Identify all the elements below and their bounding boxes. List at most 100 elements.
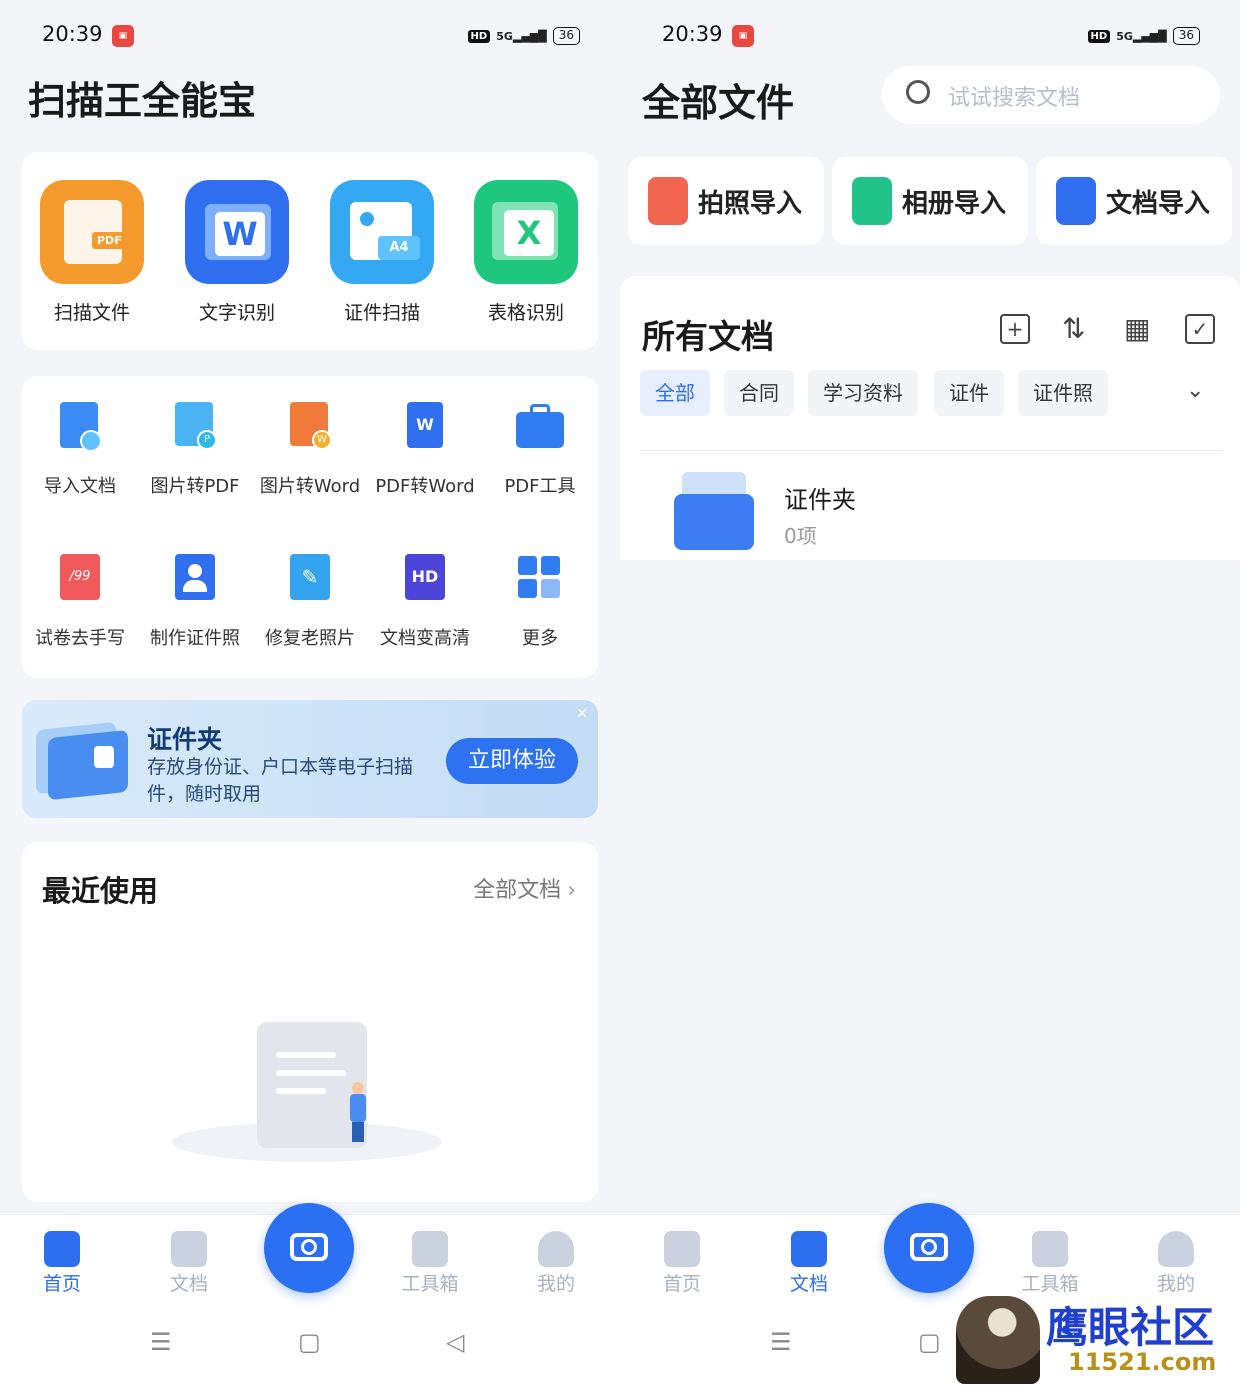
tile-scan-file[interactable]: PDF 扫描文件 bbox=[37, 180, 147, 325]
camera-import-icon bbox=[648, 177, 688, 225]
home-icon bbox=[44, 1231, 80, 1267]
tab-home[interactable]: 首页 bbox=[632, 1231, 732, 1296]
id-card-icon: A4 bbox=[330, 180, 434, 284]
more-grid-icon bbox=[516, 554, 564, 604]
tile-label: 文字识别 bbox=[198, 302, 275, 324]
folder-name: 证件夹 bbox=[784, 486, 856, 514]
search-icon bbox=[906, 80, 930, 104]
tab-mine[interactable]: 我的 bbox=[1126, 1231, 1226, 1296]
folder-icon bbox=[674, 472, 754, 550]
home-nav-icon[interactable]: ▢ bbox=[918, 1328, 941, 1356]
import-doc-icon bbox=[56, 402, 104, 452]
chip-all[interactable]: 全部 bbox=[640, 370, 710, 416]
excel-icon: X bbox=[474, 180, 578, 284]
image-to-pdf-icon: P bbox=[171, 402, 219, 452]
id-photo-icon bbox=[171, 554, 219, 604]
folder-count: 0项 bbox=[784, 524, 817, 548]
signal-icon: 5G▂▄▆█ bbox=[1116, 29, 1167, 43]
tab-home[interactable]: 首页 bbox=[12, 1231, 112, 1296]
try-now-button[interactable]: 立即体验 bbox=[446, 738, 578, 784]
watermark: 鹰眼社区 11521.com bbox=[940, 1290, 1240, 1386]
tab-mine[interactable]: 我的 bbox=[506, 1231, 606, 1296]
camera-button[interactable] bbox=[884, 1203, 974, 1293]
tab-label: 工具箱 bbox=[401, 1273, 459, 1295]
tab-label: 首页 bbox=[662, 1273, 701, 1295]
user-icon bbox=[1158, 1231, 1194, 1267]
pdf-scan-icon: PDF bbox=[40, 180, 144, 284]
tab-documents[interactable]: 文档 bbox=[759, 1231, 859, 1296]
id-folder-illustration-icon bbox=[36, 718, 128, 801]
chip-study[interactable]: 学习资料 bbox=[808, 370, 918, 416]
tab-documents[interactable]: 文档 bbox=[139, 1231, 239, 1296]
page-title: 全部文件 bbox=[642, 81, 795, 125]
menu-icon[interactable]: ☰ bbox=[770, 1328, 792, 1356]
search-input[interactable]: 试试搜索文档 bbox=[948, 80, 1080, 112]
tool-pdf-to-word[interactable]: W PDF转Word bbox=[367, 402, 483, 498]
tab-label: 文档 bbox=[169, 1273, 208, 1295]
search-box[interactable]: 试试搜索文档 bbox=[882, 66, 1220, 124]
tile-text-recognition[interactable]: W 文字识别 bbox=[182, 180, 292, 325]
tool-remove-handwriting[interactable]: /99 试卷去手写 bbox=[22, 554, 138, 650]
toolbox-icon bbox=[412, 1231, 448, 1267]
pdf-to-word-icon: W bbox=[401, 402, 449, 452]
close-icon[interactable]: ✕ bbox=[576, 706, 588, 722]
home-icon bbox=[664, 1231, 700, 1267]
new-folder-icon[interactable]: + bbox=[1000, 314, 1030, 344]
camera-button[interactable] bbox=[264, 1203, 354, 1293]
tab-label: 文档 bbox=[789, 1273, 828, 1295]
album-import-button[interactable]: 相册导入 bbox=[832, 157, 1028, 245]
tool-label: 图片转Word bbox=[259, 476, 361, 497]
tool-label: 试卷去手写 bbox=[35, 628, 125, 649]
chip-contract[interactable]: 合同 bbox=[724, 370, 794, 416]
banner-desc: 存放身份证、户口本等电子扫描件，随时取用 bbox=[147, 756, 414, 805]
tile-label: 扫描文件 bbox=[53, 302, 130, 324]
import-label: 拍照导入 bbox=[698, 189, 803, 219]
doc-import-icon bbox=[1056, 177, 1096, 225]
banner-title: 证件夹 bbox=[147, 725, 223, 754]
doc-import-button[interactable]: 文档导入 bbox=[1036, 157, 1232, 245]
chip-id-photo[interactable]: 证件照 bbox=[1018, 370, 1108, 416]
folder-icon bbox=[791, 1231, 827, 1267]
tile-label: 表格识别 bbox=[487, 302, 564, 324]
tool-image-to-word[interactable]: W 图片转Word bbox=[252, 402, 368, 498]
folder-row[interactable]: 证件夹 0项 bbox=[640, 466, 1222, 558]
hd-icon: HD bbox=[401, 554, 449, 604]
tile-id-scan[interactable]: A4 证件扫描 bbox=[327, 180, 437, 325]
home-screen: 20:39 ▣ HD 5G▂▄▆█ 36 扫描王全能宝 PDF 扫描文件 W 文… bbox=[0, 0, 620, 1386]
chevron-down-icon[interactable]: ⌄ bbox=[1186, 378, 1204, 403]
grid-view-icon[interactable]: ▦ bbox=[1124, 312, 1150, 345]
import-label: 相册导入 bbox=[902, 189, 1007, 219]
divider bbox=[640, 450, 1222, 451]
back-icon[interactable]: ◁ bbox=[446, 1328, 464, 1356]
tool-label: 图片转PDF bbox=[150, 476, 240, 497]
tab-label: 我的 bbox=[536, 1273, 575, 1295]
album-import-icon bbox=[852, 177, 892, 225]
id-folder-banner[interactable]: 证件夹 存放身份证、户口本等电子扫描件，随时取用 立即体验 ✕ bbox=[22, 700, 598, 818]
tool-hd-doc[interactable]: HD 文档变高清 bbox=[367, 554, 483, 650]
folder-icon bbox=[171, 1231, 207, 1267]
chip-id[interactable]: 证件 bbox=[934, 370, 1004, 416]
tool-id-photo[interactable]: 制作证件照 bbox=[137, 554, 253, 650]
tab-toolbox[interactable]: 工具箱 bbox=[1000, 1231, 1100, 1296]
tab-toolbox[interactable]: 工具箱 bbox=[380, 1231, 480, 1296]
home-nav-icon[interactable]: ▢ bbox=[298, 1328, 321, 1356]
tool-pdf-tools[interactable]: PDF工具 bbox=[482, 402, 598, 498]
battery-icon: 36 bbox=[1172, 27, 1200, 45]
tool-more[interactable]: 更多 bbox=[482, 554, 598, 650]
tile-table-recognition[interactable]: X 表格识别 bbox=[471, 180, 581, 325]
photo-import-button[interactable]: 拍照导入 bbox=[628, 157, 824, 245]
eagle-logo-icon bbox=[956, 1296, 1040, 1384]
tool-image-to-pdf[interactable]: P 图片转PDF bbox=[137, 402, 253, 498]
tile-label: 证件扫描 bbox=[343, 302, 420, 324]
all-docs-link[interactable]: 全部文档 › bbox=[473, 872, 576, 904]
documents-screen: 20:39 ▣ HD 5G▂▄▆█ 36 全部文件 试试搜索文档 拍照导入 相册… bbox=[620, 0, 1240, 1386]
tool-label: PDF转Word bbox=[375, 476, 475, 497]
image-to-word-icon: W bbox=[286, 402, 334, 452]
select-icon[interactable]: ✓ bbox=[1185, 314, 1215, 344]
tool-import-doc[interactable]: 导入文档 bbox=[22, 402, 138, 498]
tool-label: 制作证件照 bbox=[150, 628, 240, 649]
menu-icon[interactable]: ☰ bbox=[150, 1328, 172, 1356]
sort-icon[interactable]: ⇅ bbox=[1062, 312, 1085, 345]
chevron-right-icon: › bbox=[567, 878, 576, 903]
tool-restore-photo[interactable]: ✎ 修复老照片 bbox=[252, 554, 368, 650]
